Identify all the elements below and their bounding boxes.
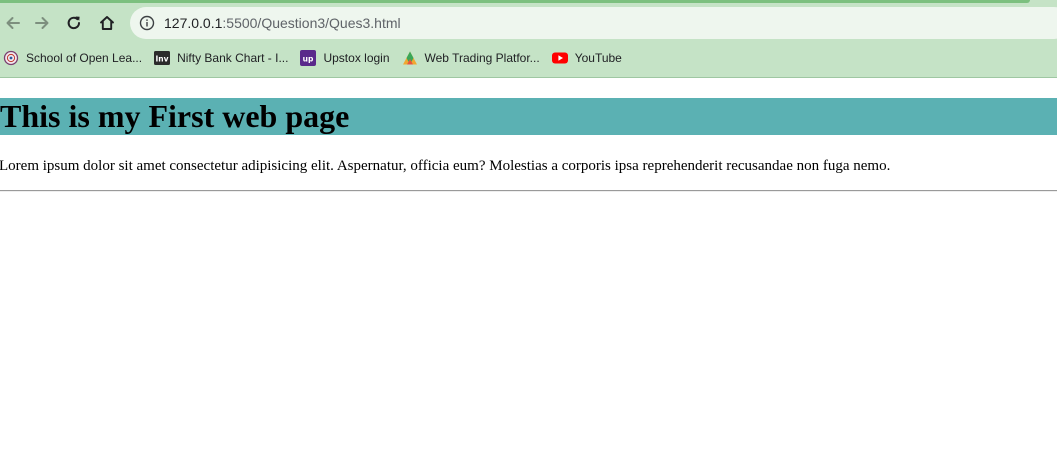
url-path: :5500/Question3/Ques3.html bbox=[222, 15, 401, 31]
bookmarks-bar: School of Open Lea... Inv Nifty Bank Cha… bbox=[0, 46, 630, 70]
bookmark-youtube[interactable]: YouTube bbox=[548, 46, 630, 70]
page-paragraph: Lorem ipsum dolor sit amet consectetur a… bbox=[0, 158, 891, 174]
address-bar[interactable]: 127.0.0.1:5500/Question3/Ques3.html bbox=[130, 7, 1057, 39]
bookmark-label: Web Trading Platfor... bbox=[424, 51, 540, 65]
bookmark-label: School of Open Lea... bbox=[26, 51, 143, 65]
url-text[interactable]: 127.0.0.1:5500/Question3/Ques3.html bbox=[164, 15, 401, 31]
page-heading: This is my First web page bbox=[0, 98, 1057, 135]
svg-text:Inv: Inv bbox=[156, 55, 169, 64]
forward-button[interactable] bbox=[29, 10, 55, 36]
bookmark-nifty-bank-chart[interactable]: Inv Nifty Bank Chart - I... bbox=[150, 46, 296, 70]
bookmark-upstox-login[interactable]: up Upstox login bbox=[296, 46, 397, 70]
investing-inv-icon: Inv bbox=[154, 50, 171, 66]
svg-text:up: up bbox=[303, 54, 314, 63]
reload-button[interactable] bbox=[61, 10, 87, 36]
home-icon bbox=[100, 16, 114, 30]
youtube-play-icon bbox=[551, 50, 568, 66]
browser-chrome: 127.0.0.1:5500/Question3/Ques3.html Scho… bbox=[0, 0, 1057, 78]
reload-icon bbox=[67, 16, 80, 30]
bookmark-label: YouTube bbox=[574, 51, 622, 65]
arrow-right-icon bbox=[35, 17, 49, 29]
home-button[interactable] bbox=[94, 10, 120, 36]
bookmark-school-of-open-learning[interactable]: School of Open Lea... bbox=[0, 46, 150, 70]
bookmark-web-trading-platform[interactable]: Web Trading Platfor... bbox=[398, 46, 548, 70]
bookmark-label: Nifty Bank Chart - I... bbox=[177, 51, 289, 65]
horizontal-rule bbox=[0, 190, 1057, 192]
site-info-icon[interactable] bbox=[139, 15, 155, 31]
bookmark-label: Upstox login bbox=[323, 51, 390, 65]
arrow-left-icon bbox=[6, 17, 20, 29]
school-seal-icon bbox=[3, 50, 19, 66]
active-tab-accent bbox=[0, 0, 1030, 3]
back-button[interactable] bbox=[0, 10, 26, 36]
upstox-up-icon: up bbox=[300, 50, 317, 66]
url-host: 127.0.0.1 bbox=[164, 15, 223, 31]
page-content: This is my First web page Lorem ipsum do… bbox=[0, 78, 1057, 460]
trading-triangle-icon bbox=[402, 50, 418, 66]
